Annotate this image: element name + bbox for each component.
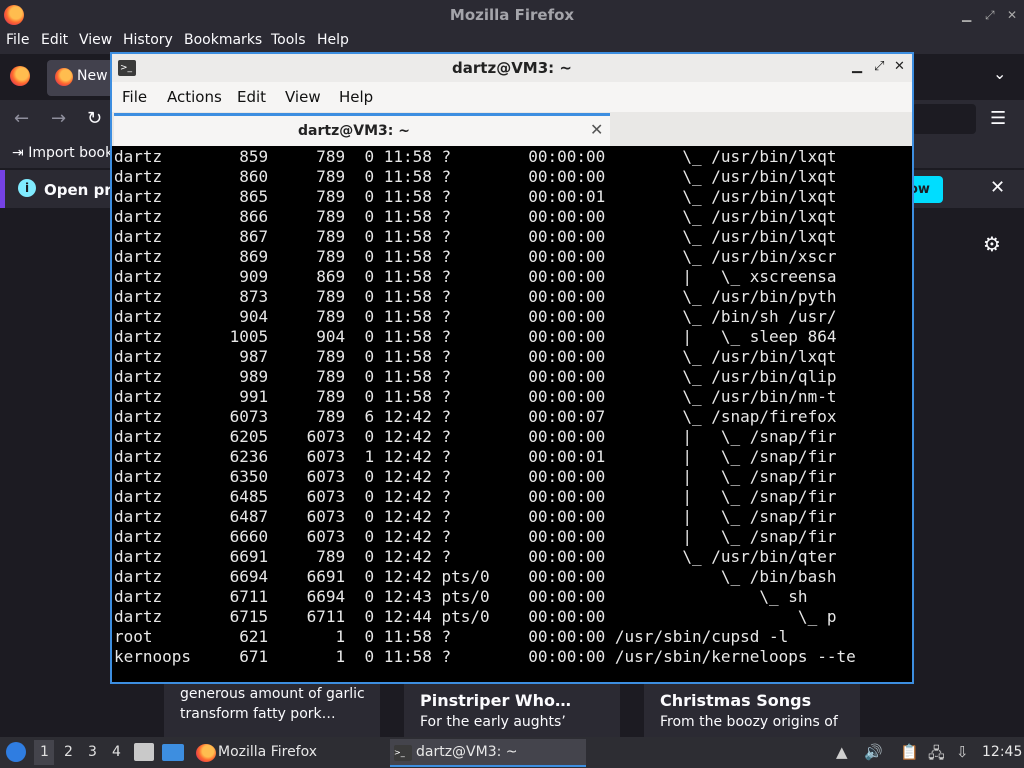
- process-row: dartz 873 789 0 11:58 ? 00:00:00 \_ /usr…: [114, 287, 837, 306]
- process-row: dartz 869 789 0 11:58 ? 00:00:00 \_ /usr…: [114, 247, 837, 266]
- import-bookmarks-label: Import book: [28, 145, 114, 161]
- network-icon[interactable]: 🖧: [928, 743, 945, 768]
- terminal-menu-actions[interactable]: Actions: [167, 88, 222, 106]
- show-desktop-icon[interactable]: [162, 744, 184, 761]
- process-row: root 621 1 0 11:58 ? 00:00:00 /usr/sbin/…: [114, 627, 789, 646]
- reload-icon[interactable]: ↻: [87, 108, 102, 129]
- story-card[interactable]: generous amount of garlic transform fatt…: [164, 680, 380, 738]
- menu-icon[interactable]: ☰: [990, 108, 1006, 129]
- process-row: dartz 6485 6073 0 12:42 ? 00:00:00 | \_ …: [114, 487, 837, 506]
- process-row: dartz 859 789 0 11:58 ? 00:00:00 \_ /usr…: [114, 147, 837, 166]
- terminal-menubar: [112, 82, 912, 112]
- terminal-output[interactable]: dartz 859 789 0 11:58 ? 00:00:00 \_ /usr…: [114, 147, 914, 682]
- process-row: dartz 867 789 0 11:58 ? 00:00:00 \_ /usr…: [114, 227, 837, 246]
- story-card[interactable]: Pinstriper Who… For the early aughts’: [404, 680, 620, 738]
- clock[interactable]: 12:45: [982, 744, 1022, 760]
- process-row: dartz 991 789 0 11:58 ? 00:00:00 \_ /usr…: [114, 387, 837, 406]
- workspace-3[interactable]: 3: [88, 744, 97, 760]
- close-icon[interactable]: ✕: [894, 59, 905, 74]
- process-row: dartz 909 869 0 11:58 ? 00:00:00 | \_ xs…: [114, 267, 837, 286]
- tab-favicon-icon: [55, 68, 73, 86]
- firefox-window-title: Mozilla Firefox: [449, 6, 575, 24]
- process-row: dartz 6205 6073 0 12:42 ? 00:00:00 | \_ …: [114, 427, 837, 446]
- terminal-menu-view[interactable]: View: [285, 88, 321, 106]
- minimize-icon[interactable]: ▁: [962, 8, 971, 22]
- tray-arrow-icon[interactable]: ▲: [836, 743, 848, 761]
- process-row: dartz 6073 789 6 12:42 ? 00:00:07 \_ /sn…: [114, 407, 837, 426]
- maximize-icon[interactable]: ⤢: [874, 59, 884, 74]
- process-row: dartz 6660 6073 0 12:42 ? 00:00:00 | \_ …: [114, 527, 837, 546]
- story-card-title: Pinstriper Who…: [420, 691, 571, 710]
- terminal-tab[interactable]: dartz@VM3: ~ ✕: [114, 113, 610, 146]
- terminal-menu-edit[interactable]: Edit: [237, 88, 266, 106]
- ff-menu-help[interactable]: Help: [317, 32, 349, 48]
- process-row: dartz 6487 6073 0 12:42 ? 00:00:00 | \_ …: [114, 507, 837, 526]
- firefox-view-icon[interactable]: [10, 66, 30, 86]
- process-row: dartz 6715 6711 0 12:44 pts/0 00:00:00 \…: [114, 607, 837, 626]
- gear-icon[interactable]: ⚙: [983, 232, 1001, 256]
- back-icon[interactable]: ←: [14, 108, 29, 129]
- forward-icon[interactable]: →: [51, 108, 66, 129]
- terminal-icon: >_: [394, 745, 412, 761]
- process-row: dartz 989 789 0 11:58 ? 00:00:00 \_ /usr…: [114, 367, 837, 386]
- chevron-down-icon[interactable]: ⌄: [993, 64, 1006, 83]
- app-menu-icon[interactable]: [6, 742, 26, 762]
- clipboard-icon[interactable]: 📋: [900, 743, 919, 761]
- notification-close-icon[interactable]: ✕: [990, 177, 1005, 198]
- process-row: dartz 866 789 0 11:58 ? 00:00:00 \_ /usr…: [114, 207, 837, 226]
- file-manager-icon[interactable]: [134, 743, 154, 761]
- workspace-2[interactable]: 2: [64, 744, 73, 760]
- minimize-icon[interactable]: ▁: [852, 59, 862, 74]
- process-row: dartz 860 789 0 11:58 ? 00:00:00 \_ /usr…: [114, 167, 837, 186]
- process-row: dartz 987 789 0 11:58 ? 00:00:00 \_ /usr…: [114, 347, 837, 366]
- taskbar-firefox[interactable]: Mozilla Firefox: [192, 739, 380, 767]
- terminal-menu-help[interactable]: Help: [339, 88, 373, 106]
- terminal-tab-label: dartz@VM3: ~: [298, 123, 410, 139]
- story-card-title: Christmas Songs: [660, 691, 812, 710]
- tab-close-icon[interactable]: ✕: [590, 120, 603, 139]
- process-row: dartz 6691 789 0 12:42 ? 00:00:00 \_ /us…: [114, 547, 837, 566]
- story-card-line1: From the boozy origins of: [660, 714, 838, 730]
- terminal-window-title: dartz@VM3: ~: [452, 59, 572, 77]
- ff-menu-view[interactable]: View: [79, 32, 112, 48]
- ff-menu-file[interactable]: File: [6, 32, 29, 48]
- process-row: dartz 6694 6691 0 12:42 pts/0 00:00:00 \…: [114, 567, 837, 586]
- tab-label: New: [77, 68, 108, 84]
- process-row: dartz 6350 6073 0 12:42 ? 00:00:00 | \_ …: [114, 467, 837, 486]
- ff-menu-tools[interactable]: Tools: [271, 32, 306, 48]
- story-card[interactable]: Christmas Songs From the boozy origins o…: [644, 680, 860, 738]
- process-row: dartz 904 789 0 11:58 ? 00:00:00 \_ /bin…: [114, 307, 837, 326]
- process-row: dartz 6236 6073 1 12:42 ? 00:00:01 | \_ …: [114, 447, 837, 466]
- workspace-1[interactable]: 1: [40, 744, 49, 760]
- ff-menu-bookmarks[interactable]: Bookmarks: [184, 32, 262, 48]
- taskbar-terminal[interactable]: >_ dartz@VM3: ~: [390, 739, 586, 767]
- process-row: kernoops 671 1 0 11:58 ? 00:00:00 /usr/s…: [114, 647, 856, 666]
- volume-icon[interactable]: 🔊: [864, 743, 883, 761]
- close-icon[interactable]: ✕: [1007, 8, 1017, 22]
- story-card-line1: generous amount of garlic: [180, 686, 365, 702]
- story-card-line2: transform fatty pork…: [180, 706, 336, 722]
- url-bar[interactable]: [912, 104, 976, 134]
- info-icon: i: [18, 179, 36, 197]
- process-row: dartz 1005 904 0 11:58 ? 00:00:00 | \_ s…: [114, 327, 837, 346]
- ff-menu-history[interactable]: History: [123, 32, 173, 48]
- taskbar-firefox-label: Mozilla Firefox: [218, 744, 318, 760]
- import-bookmarks-button[interactable]: ⇥ Import book: [12, 145, 113, 161]
- process-row: dartz 865 789 0 11:58 ? 00:00:01 \_ /usr…: [114, 187, 837, 206]
- story-card-line1: For the early aughts’: [420, 714, 566, 730]
- taskbar-terminal-label: dartz@VM3: ~: [416, 744, 518, 760]
- ff-menu-edit[interactable]: Edit: [41, 32, 68, 48]
- workspace-4[interactable]: 4: [112, 744, 121, 760]
- restore-icon[interactable]: ⤢: [985, 8, 995, 23]
- firefox-icon: [196, 744, 216, 762]
- terminal-window: >_ dartz@VM3: ~ ▁ ⤢ ✕ File Actions Edit …: [110, 52, 914, 684]
- process-row: dartz 6711 6694 0 12:43 pts/0 00:00:00 \…: [114, 587, 808, 606]
- update-icon[interactable]: ⇩: [956, 743, 969, 761]
- terminal-menu-file[interactable]: File: [122, 88, 147, 106]
